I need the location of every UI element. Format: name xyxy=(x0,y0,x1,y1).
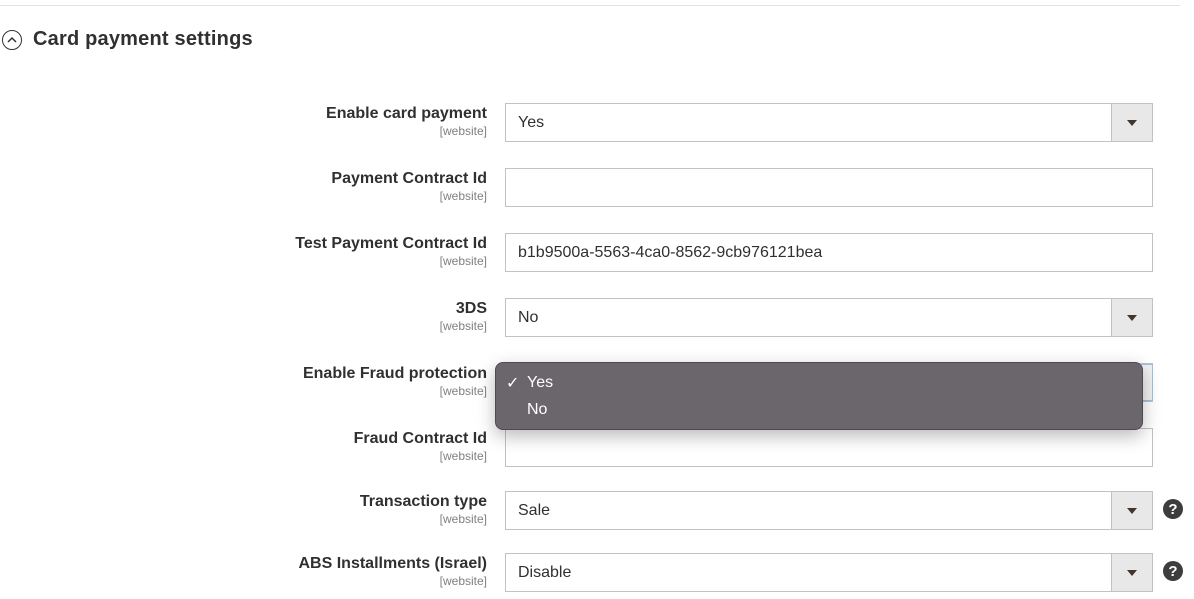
help-icon[interactable]: ? xyxy=(1163,499,1183,519)
transaction-type-select[interactable]: Sale xyxy=(505,491,1153,530)
dropdown-option-yes[interactable]: ✓ Yes xyxy=(496,370,1142,396)
abs-installments-select[interactable]: Disable xyxy=(505,553,1153,592)
field-row-abs-installments: ABS Installments (Israel) [website] Disa… xyxy=(0,553,1194,593)
option-label: Yes xyxy=(527,374,554,391)
field-label: Test Payment Contract Id [website] xyxy=(295,234,487,268)
scope-text: [website] xyxy=(439,449,487,463)
scope-text: [website] xyxy=(439,189,487,203)
caret-down-icon xyxy=(1127,507,1137,514)
label-text: ABS Installments (Israel) xyxy=(298,555,488,572)
option-label: No xyxy=(527,401,548,418)
label-text: Transaction type xyxy=(359,493,487,510)
field-label: Transaction type [website] xyxy=(360,492,487,526)
label-text: Enable Fraud protection xyxy=(302,365,487,382)
dropdown-arrow[interactable] xyxy=(1111,492,1152,529)
fraud-protection-dropdown-menu: ✓ Yes No xyxy=(495,362,1143,430)
select-value: Sale xyxy=(518,501,551,519)
test-payment-contract-id-input[interactable]: b1b9500a-5563-4ca0-8562-9cb976121bea xyxy=(505,233,1153,272)
dropdown-arrow[interactable] xyxy=(1111,554,1152,591)
label-text: Payment Contract Id xyxy=(331,170,487,187)
chevron-up-circle-icon[interactable] xyxy=(2,29,22,50)
label-text: 3DS xyxy=(455,300,487,317)
field-label: Enable card payment [website] xyxy=(326,104,487,138)
field-row-enable-card-payment: Enable card payment [website] Yes xyxy=(0,103,1194,143)
scope-text: [website] xyxy=(439,124,487,138)
caret-down-icon xyxy=(1127,569,1137,576)
label-text: Fraud Contract Id xyxy=(353,430,487,447)
dropdown-arrow[interactable] xyxy=(1111,299,1152,336)
field-row-test-payment-contract-id: Test Payment Contract Id [website] b1b95… xyxy=(0,233,1194,273)
dropdown-option-no[interactable]: No xyxy=(496,397,1142,423)
top-divider xyxy=(0,5,1180,6)
scope-text: [website] xyxy=(439,319,487,333)
field-row-payment-contract-id: Payment Contract Id [website] xyxy=(0,168,1194,208)
field-label: Enable Fraud protection [website] xyxy=(303,364,487,398)
dropdown-arrow[interactable] xyxy=(1111,104,1152,141)
input-value: b1b9500a-5563-4ca0-8562-9cb976121bea xyxy=(518,243,823,261)
field-row-transaction-type: Transaction type [website] Sale ? xyxy=(0,491,1194,531)
enable-card-payment-select[interactable]: Yes xyxy=(505,103,1153,142)
3ds-select[interactable]: No xyxy=(505,298,1153,337)
caret-down-icon xyxy=(1127,314,1137,321)
section-header[interactable]: Card payment settings xyxy=(0,28,253,51)
fraud-contract-id-input[interactable] xyxy=(505,428,1153,467)
field-label: ABS Installments (Israel) [website] xyxy=(299,554,488,588)
section-title: Card payment settings xyxy=(33,28,253,50)
select-value: No xyxy=(518,308,539,326)
checkmark-icon: ✓ xyxy=(506,375,520,392)
scope-text: [website] xyxy=(439,254,487,268)
scope-text: [website] xyxy=(439,384,487,398)
label-text: Enable card payment xyxy=(326,105,487,122)
caret-down-icon xyxy=(1127,119,1137,126)
label-text: Test Payment Contract Id xyxy=(295,235,487,252)
select-value: Disable xyxy=(518,563,572,581)
scope-text: [website] xyxy=(439,512,487,526)
field-label: 3DS [website] xyxy=(440,299,487,333)
payment-contract-id-input[interactable] xyxy=(505,168,1153,207)
scope-text: [website] xyxy=(439,574,487,588)
field-row-fraud-contract-id: Fraud Contract Id [website] xyxy=(0,428,1194,468)
field-label: Fraud Contract Id [website] xyxy=(354,429,487,463)
select-value: Yes xyxy=(518,113,545,131)
field-label: Payment Contract Id [website] xyxy=(331,169,487,203)
field-row-3ds: 3DS [website] No xyxy=(0,298,1194,338)
help-icon[interactable]: ? xyxy=(1163,561,1183,581)
